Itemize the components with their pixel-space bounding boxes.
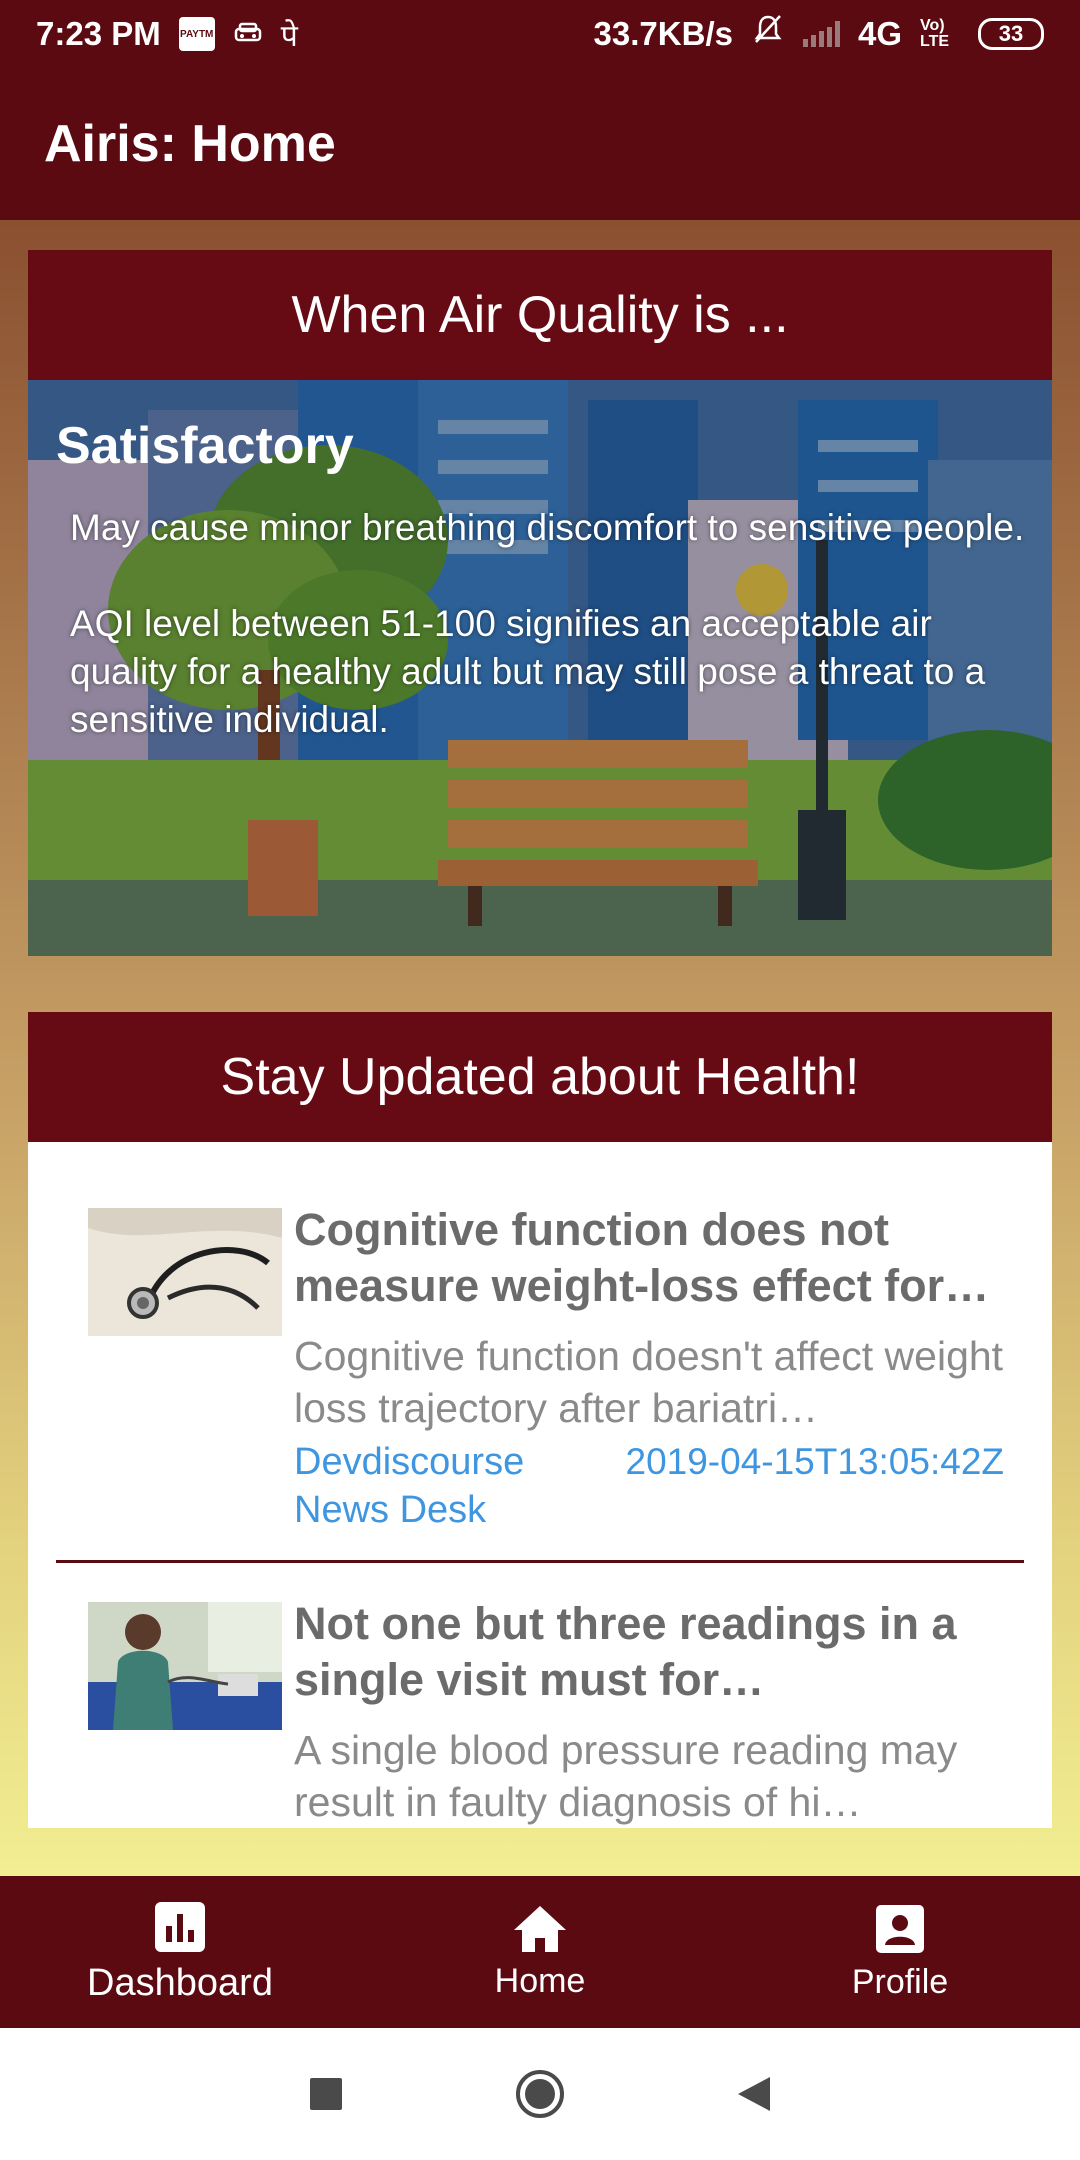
- news-item[interactable]: Cognitive function does not measure weig…: [28, 1142, 1052, 1563]
- status-time: 7:23 PM: [36, 15, 161, 52]
- news-date: 2019-04-15T13:05:42Z: [625, 1441, 1005, 1482]
- back-icon[interactable]: [736, 2075, 772, 2113]
- air-quality-header: When Air Quality is ...: [28, 250, 1052, 380]
- nav-dashboard[interactable]: Dashboard: [0, 1876, 360, 2028]
- net-speed: 33.7KB/s: [593, 15, 733, 52]
- news-list[interactable]: Cognitive function does not measure weig…: [28, 1142, 1052, 1828]
- system-nav-bar: [0, 2028, 1080, 2160]
- network-type: 4G: [857, 15, 902, 52]
- health-news-header: Stay Updated about Health!: [28, 1012, 1052, 1142]
- nav-home-label: Home: [494, 1961, 586, 2000]
- nav-profile[interactable]: Profile: [720, 1876, 1080, 2028]
- status-bar: 7:23 PM PAYTM पे 33.7KB/s 4G Vo) LTE 33: [0, 0, 1080, 68]
- news-item[interactable]: Not one but three readings in a single v…: [28, 1536, 1052, 1828]
- aqi-level: Satisfactory: [56, 417, 354, 475]
- volte-label: Vo) LTE: [920, 17, 950, 50]
- status-bar-left: 7:23 PM PAYTM पे: [36, 14, 298, 55]
- home-button-icon[interactable]: [514, 2068, 566, 2120]
- nav-profile-label: Profile: [851, 1962, 949, 2001]
- news-title[interactable]: Cognitive function does not measure weig…: [294, 1202, 1018, 1314]
- air-quality-card: When Air Quality is ... Satisfactory May…: [28, 250, 1052, 956]
- news-description: A single blood pressure reading may resu…: [294, 1727, 958, 1825]
- profile-icon: [876, 1904, 924, 1953]
- mute-bell-icon: [751, 13, 785, 55]
- news-description: Cognitive function doesn't affect weight…: [294, 1333, 1004, 1431]
- bottom-nav: Dashboard Home Profile: [0, 1876, 1080, 2028]
- blood-pressure-reading-image: [88, 1602, 282, 1730]
- aqi-description-block: May cause minor breathing discomfort to …: [70, 504, 1040, 744]
- paytm-icon: PAYTM: [178, 17, 215, 51]
- status-bar-right: 33.7KB/s 4G Vo) LTE 33: [594, 13, 1044, 55]
- health-news-card: Stay Updated about Health! Cognitive fun…: [28, 1012, 1052, 1828]
- aqi-detail: AQI level between 51-100 signifies an ac…: [70, 603, 986, 740]
- home-icon: [514, 1905, 566, 1952]
- dashboard-icon: [155, 1901, 205, 1952]
- pe-glyph: पे: [280, 19, 298, 53]
- nav-dashboard-label: Dashboard: [87, 1961, 273, 2004]
- air-quality-banner: Satisfactory May cause minor breathing d…: [28, 380, 1052, 956]
- content-area[interactable]: When Air Quality is ... Satisfactory May…: [0, 220, 1080, 1876]
- page-title: Airis: Home: [44, 115, 336, 173]
- signal-icon: [802, 21, 840, 47]
- stethoscope-image: [88, 1208, 282, 1336]
- news-source[interactable]: Devdiscourse News Desk: [294, 1438, 594, 1534]
- car-icon: [233, 15, 263, 53]
- nav-home[interactable]: Home: [360, 1876, 720, 2028]
- recents-icon[interactable]: [308, 2076, 344, 2112]
- app-bar: Airis: Home: [0, 68, 1080, 220]
- news-title[interactable]: Not one but three readings in a single v…: [294, 1596, 1018, 1708]
- battery-icon: 33: [978, 18, 1044, 50]
- aqi-description: May cause minor breathing discomfort to …: [70, 507, 1025, 548]
